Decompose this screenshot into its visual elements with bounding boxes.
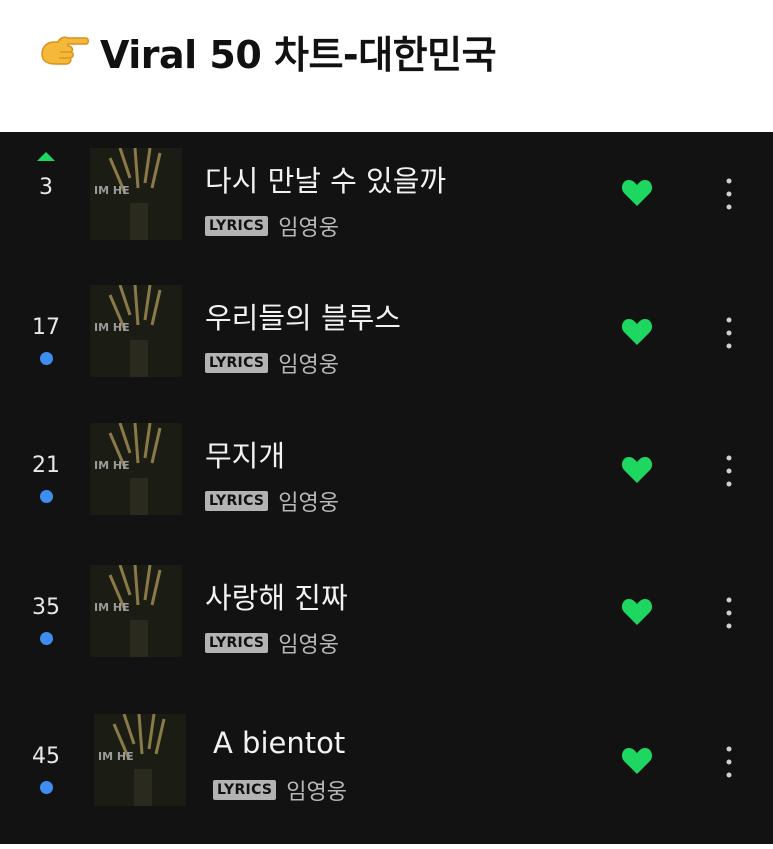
track-row[interactable]: 17 IM HE 우리들의 블루스 LYRICS 임영웅 — [0, 277, 773, 417]
liked-heart-icon[interactable] — [621, 455, 653, 484]
rank-up-arrow-icon — [37, 152, 55, 161]
track-row[interactable]: 21 IM HE 무지개 LYRICS 임영웅 — [0, 415, 773, 555]
album-cover[interactable]: IM HE — [90, 423, 182, 515]
cover-text: IM HE — [98, 750, 134, 763]
rank-number: 45 — [32, 744, 60, 769]
rank-indicator: 3 — [20, 152, 72, 200]
rank-number: 35 — [32, 595, 60, 620]
track-row[interactable]: 3 IM HE 다시 만날 수 있을까 LYRICS 임영웅 — [0, 140, 773, 280]
lyrics-badge: LYRICS — [205, 633, 269, 653]
cover-text: IM HE — [94, 321, 130, 334]
artist-name[interactable]: 임영웅 — [278, 210, 339, 242]
new-entry-dot-icon — [39, 490, 53, 503]
artist-name[interactable]: 임영웅 — [278, 347, 339, 379]
rank-indicator: 21 — [20, 453, 72, 503]
artist-name[interactable]: 임영웅 — [286, 774, 347, 806]
rank-indicator: 35 — [20, 595, 72, 645]
cover-text: IM HE — [94, 459, 130, 472]
artist-name[interactable]: 임영웅 — [278, 627, 339, 659]
chart-header: Viral 50 차트-대한민국 — [0, 0, 773, 132]
new-entry-dot-icon — [39, 352, 53, 365]
rank-indicator: 45 — [20, 744, 72, 794]
more-options-icon[interactable] — [719, 595, 739, 631]
lyrics-badge: LYRICS — [213, 780, 277, 800]
rank-number: 21 — [32, 453, 60, 478]
title-row: Viral 50 차트-대한민국 — [38, 24, 497, 79]
rank-number: 17 — [32, 315, 60, 340]
album-cover[interactable]: IM HE — [90, 285, 182, 377]
lyrics-badge: LYRICS — [205, 491, 269, 511]
new-entry-dot-icon — [39, 781, 53, 794]
track-meta: LYRICS 임영웅 — [205, 485, 339, 517]
track-title[interactable]: 우리들의 블루스 — [205, 295, 401, 337]
more-options-icon[interactable] — [719, 315, 739, 351]
lyrics-badge: LYRICS — [205, 216, 269, 236]
liked-heart-icon[interactable] — [621, 746, 653, 775]
cover-text: IM HE — [94, 184, 130, 197]
track-title[interactable]: 다시 만날 수 있을까 — [205, 158, 446, 200]
track-meta: LYRICS 임영웅 — [205, 347, 339, 379]
track-row[interactable]: 35 IM HE 사랑해 진짜 LYRICS 임영웅 — [0, 557, 773, 697]
new-entry-dot-icon — [39, 632, 53, 645]
track-row[interactable]: 45 IM HE A bientot LYRICS 임영웅 — [0, 702, 773, 842]
page-title: Viral 50 차트-대한민국 — [100, 33, 497, 77]
album-cover[interactable]: IM HE — [94, 714, 186, 806]
album-cover[interactable]: IM HE — [90, 148, 182, 240]
track-title[interactable]: 사랑해 진짜 — [205, 575, 348, 617]
rank-number: 3 — [39, 175, 53, 200]
track-meta: LYRICS 임영웅 — [213, 774, 347, 806]
track-meta: LYRICS 임영웅 — [205, 210, 339, 242]
track-list: 3 IM HE 다시 만날 수 있을까 LYRICS 임영웅 17 IM HE … — [0, 132, 773, 844]
album-cover[interactable]: IM HE — [90, 565, 182, 657]
liked-heart-icon[interactable] — [621, 317, 653, 346]
pointing-hand-icon — [41, 35, 89, 65]
artist-name[interactable]: 임영웅 — [278, 485, 339, 517]
rank-indicator: 17 — [20, 315, 72, 365]
more-options-icon[interactable] — [719, 176, 739, 212]
lyrics-badge: LYRICS — [205, 353, 269, 373]
cover-text: IM HE — [94, 601, 130, 614]
liked-heart-icon[interactable] — [621, 597, 653, 626]
track-title[interactable]: 무지개 — [205, 433, 285, 475]
more-options-icon[interactable] — [719, 744, 739, 780]
more-options-icon[interactable] — [719, 453, 739, 489]
track-meta: LYRICS 임영웅 — [205, 627, 339, 659]
track-title[interactable]: A bientot — [213, 726, 345, 760]
liked-heart-icon[interactable] — [621, 178, 653, 207]
